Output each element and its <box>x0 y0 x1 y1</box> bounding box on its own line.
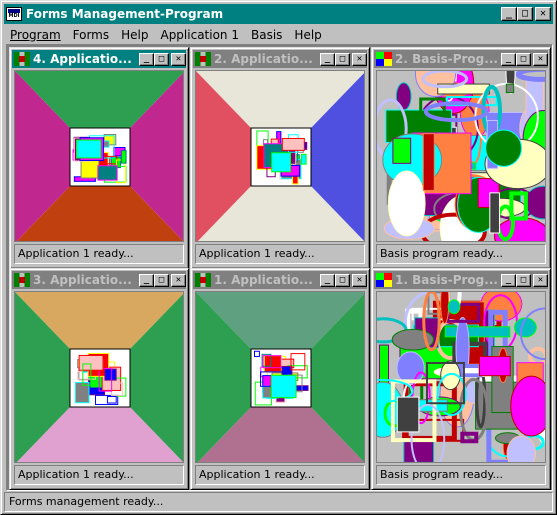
noise-shape <box>104 368 117 381</box>
child-window-4[interactable]: 3. Applicatio... _ □ ✕ Application 1 ready..… <box>9 268 189 490</box>
noise-shape <box>281 137 305 151</box>
application-icon[interactable] <box>195 52 211 66</box>
child-maximize-button[interactable]: □ <box>335 273 350 287</box>
child-window-6[interactable]: 1. Basis-Prog... _ □ ✕ Basis program ready..… <box>371 268 551 490</box>
child-maximize-button[interactable]: □ <box>154 52 169 66</box>
child-minimize-button[interactable]: _ <box>320 52 335 66</box>
menu-help-2[interactable]: Help <box>288 28 327 42</box>
close-button[interactable]: ✕ <box>535 7 551 21</box>
child-maximize-button[interactable]: □ <box>154 273 169 287</box>
child-title: 4. Applicatio... <box>33 52 132 66</box>
noise-shape <box>263 355 282 373</box>
room-perspective-canvas <box>195 291 365 463</box>
child-window-3[interactable]: 2. Basis-Prog... _ □ ✕ Basis program ready..… <box>371 47 551 269</box>
child-close-button[interactable]: ✕ <box>352 52 367 66</box>
random-shape <box>378 344 390 384</box>
basis-program-icon[interactable] <box>376 52 392 66</box>
application-icon[interactable] <box>14 52 30 66</box>
noise-shape <box>121 150 127 164</box>
child-status-bar: Application 1 ready... <box>195 244 365 264</box>
random-shape <box>440 292 450 324</box>
basis-drawing-canvas <box>376 70 546 242</box>
child-status-bar: Application 1 ready... <box>14 244 184 264</box>
child-window-1[interactable]: 4. Applicatio... _ □ ✕ Application 1 ready..… <box>9 47 189 269</box>
child-title: 2. Applicatio... <box>214 52 313 66</box>
basis-drawing-canvas <box>376 291 546 463</box>
title-bar[interactable]: Forms Management-Program _ □ ✕ <box>4 4 553 24</box>
menu-help[interactable]: Help <box>115 28 154 42</box>
random-shape <box>444 326 511 338</box>
random-shape <box>387 170 426 237</box>
child-status-bar: Application 1 ready... <box>14 465 184 485</box>
mdi-client-area[interactable]: 4. Applicatio... _ □ ✕ Application 1 ready..… <box>6 44 553 491</box>
child-title: 2. Basis-Prog... <box>395 52 498 66</box>
child-maximize-button[interactable]: □ <box>335 52 350 66</box>
random-shape <box>505 83 515 94</box>
noise-shape <box>270 374 297 399</box>
child-title-bar[interactable]: 1. Applicatio... _ □ ✕ <box>193 271 367 289</box>
child-title-bar[interactable]: 4. Applicatio... _ □ ✕ <box>12 50 186 68</box>
room-perspective-canvas <box>195 70 365 242</box>
child-window-5[interactable]: 1. Applicatio... _ □ ✕ Application 1 ready..… <box>190 268 370 490</box>
application-icon[interactable] <box>14 273 30 287</box>
random-shape <box>485 129 522 167</box>
basis-program-icon[interactable] <box>376 273 392 287</box>
child-maximize-button[interactable]: □ <box>516 52 531 66</box>
minimize-button[interactable]: _ <box>501 7 517 21</box>
random-shape <box>478 355 511 377</box>
main-window: Forms Management-Program _ □ ✕ Program F… <box>0 0 557 515</box>
child-title-bar[interactable]: 1. Basis-Prog... _ □ ✕ <box>374 271 548 289</box>
child-minimize-button[interactable]: _ <box>501 273 516 287</box>
child-title-bar[interactable]: 3. Applicatio... _ □ ✕ <box>12 271 186 289</box>
menu-forms[interactable]: Forms <box>67 28 115 42</box>
child-close-button[interactable]: ✕ <box>171 273 186 287</box>
room-perspective-canvas <box>14 70 184 242</box>
noise-shape <box>271 152 292 173</box>
room-perspective-canvas <box>14 291 184 463</box>
maximize-button[interactable]: □ <box>517 7 533 21</box>
child-window-2[interactable]: 2. Applicatio... _ □ ✕ Application 1 ready..… <box>190 47 370 269</box>
mdi-app-icon[interactable] <box>6 7 22 21</box>
child-status-bar: Basis program ready... <box>376 244 546 264</box>
noise-shape <box>301 153 307 165</box>
random-shape <box>422 133 435 191</box>
child-minimize-button[interactable]: _ <box>139 52 154 66</box>
random-shape <box>447 299 461 315</box>
menu-application-1[interactable]: Application 1 <box>154 28 245 42</box>
application-icon[interactable] <box>195 273 211 287</box>
child-title-bar[interactable]: 2. Applicatio... _ □ ✕ <box>193 50 367 68</box>
child-minimize-button[interactable]: _ <box>320 273 335 287</box>
child-status-bar: Basis program ready... <box>376 465 546 485</box>
child-title: 1. Basis-Prog... <box>395 273 498 287</box>
child-status-bar: Application 1 ready... <box>195 465 365 485</box>
child-title-bar[interactable]: 2. Basis-Prog... _ □ ✕ <box>374 50 548 68</box>
random-shape <box>396 396 420 433</box>
child-title: 1. Applicatio... <box>214 273 313 287</box>
child-close-button[interactable]: ✕ <box>533 273 548 287</box>
noise-shape <box>76 139 102 159</box>
window-title: Forms Management-Program <box>26 7 224 21</box>
noise-shape <box>97 165 118 181</box>
main-status-bar: Forms management ready... <box>4 492 553 512</box>
child-close-button[interactable]: ✕ <box>352 273 367 287</box>
menu-bar: Program Forms Help Application 1 Basis H… <box>4 25 553 44</box>
child-title: 3. Applicatio... <box>33 273 132 287</box>
child-maximize-button[interactable]: □ <box>516 273 531 287</box>
random-shape <box>403 438 435 462</box>
random-shape <box>489 192 500 234</box>
child-close-button[interactable]: ✕ <box>171 52 186 66</box>
child-minimize-button[interactable]: _ <box>501 52 516 66</box>
menu-program[interactable]: Program <box>4 28 67 42</box>
child-close-button[interactable]: ✕ <box>533 52 548 66</box>
random-shape <box>392 137 412 164</box>
menu-basis[interactable]: Basis <box>245 28 288 42</box>
child-minimize-button[interactable]: _ <box>139 273 154 287</box>
